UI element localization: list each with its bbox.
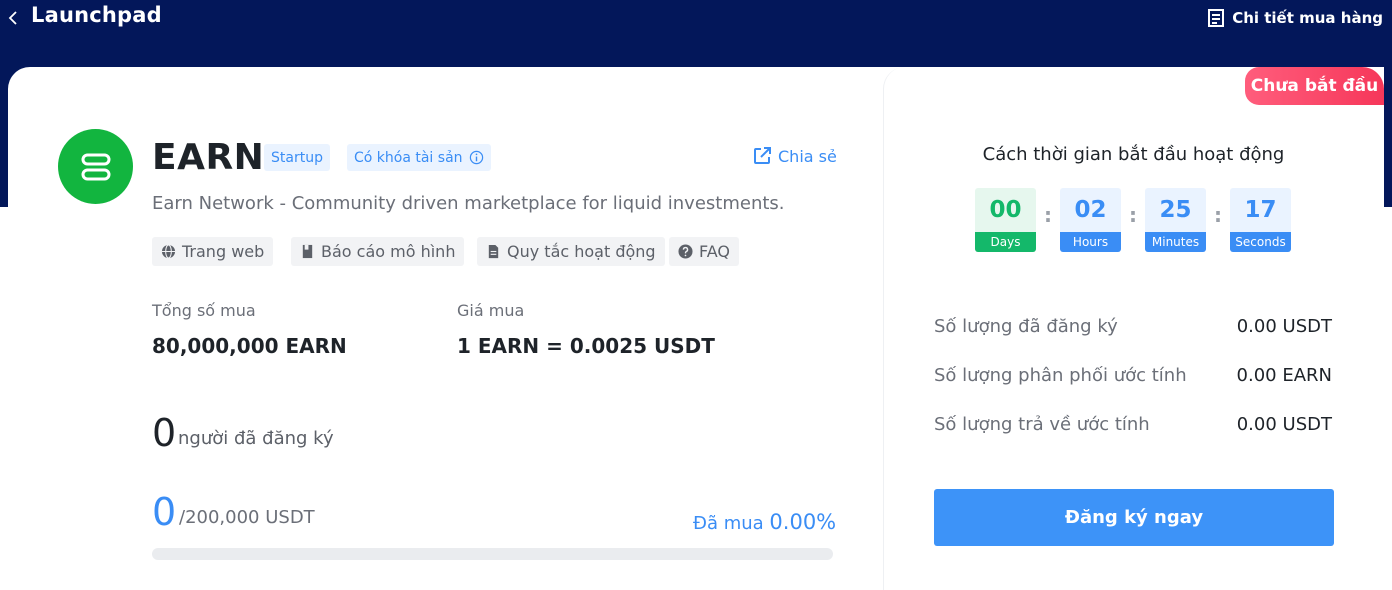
subscriber-count: 0 bbox=[152, 411, 177, 455]
rules-label: Quy tắc hoạt động bbox=[507, 242, 656, 261]
countdown-days: 00 Days bbox=[975, 188, 1036, 252]
countdown-title: Cách thời gian bắt đầu hoạt động bbox=[982, 144, 1285, 165]
tag-asset-locked[interactable]: Có khóa tài sản bbox=[347, 144, 491, 171]
subscriber-label: người đã đăng ký bbox=[178, 428, 334, 449]
total-supply-label: Tổng số mua bbox=[152, 301, 256, 320]
chevron-left-icon bbox=[8, 11, 17, 25]
token-name: EARN bbox=[152, 137, 265, 178]
file-icon bbox=[488, 244, 499, 259]
est-distribution-value: 0.00 EARN bbox=[1236, 365, 1332, 386]
bought-label: Đã mua bbox=[693, 513, 764, 534]
back-button[interactable] bbox=[6, 5, 22, 31]
bought-pct-value: 0.00% bbox=[769, 510, 837, 534]
countdown-separator: : bbox=[1214, 203, 1222, 227]
seconds-label: Seconds bbox=[1230, 232, 1291, 252]
help-icon bbox=[678, 244, 693, 259]
price-value: 1 EARN = 0.0025 USDT bbox=[457, 334, 715, 358]
website-link[interactable]: Trang web bbox=[152, 237, 274, 266]
share-label: Chia sẻ bbox=[778, 146, 837, 166]
tag-locked-label: Có khóa tài sản bbox=[354, 149, 463, 166]
website-link-label: Trang web bbox=[182, 242, 265, 261]
days-label: Days bbox=[975, 232, 1036, 252]
document-icon bbox=[1208, 9, 1225, 27]
model-report-link[interactable]: Báo cáo mô hình bbox=[291, 237, 465, 266]
status-badge: Chưa bắt đầu bbox=[1245, 67, 1384, 105]
earn-logo-icon bbox=[81, 153, 110, 180]
total-supply-value: 80,000,000 EARN bbox=[152, 334, 347, 358]
bought-percentage: Đã mua 0.00% bbox=[693, 510, 836, 534]
tag-startup-label: Startup bbox=[271, 149, 323, 166]
countdown-minutes: 25 Minutes bbox=[1145, 188, 1206, 252]
earn-logo bbox=[58, 129, 133, 204]
price-label: Giá mua bbox=[457, 301, 525, 320]
countdown-hours: 02 Hours bbox=[1060, 188, 1121, 252]
faq-link[interactable]: FAQ bbox=[669, 237, 739, 266]
minutes-value: 25 bbox=[1159, 197, 1192, 223]
project-description: Earn Network - Community driven marketpl… bbox=[152, 193, 785, 214]
page-title: Launchpad bbox=[31, 3, 162, 27]
info-icon[interactable] bbox=[469, 150, 484, 165]
share-button[interactable]: Chia sẻ bbox=[752, 146, 837, 166]
share-icon bbox=[754, 147, 771, 164]
countdown-separator: : bbox=[1044, 203, 1052, 227]
raised-target: /200,000 USDT bbox=[179, 507, 315, 528]
minutes-label: Minutes bbox=[1145, 232, 1206, 252]
order-details-link[interactable]: Chi tiết mua hàng bbox=[1206, 8, 1383, 28]
days-value: 00 bbox=[989, 197, 1022, 223]
est-refund-label: Số lượng trả về ước tính bbox=[934, 414, 1150, 435]
seconds-value: 17 bbox=[1244, 197, 1277, 223]
est-distribution-label: Số lượng phân phối ước tính bbox=[934, 365, 1187, 386]
progress-bar bbox=[152, 548, 833, 560]
model-report-label: Báo cáo mô hình bbox=[321, 242, 456, 261]
countdown-seconds: 17 Seconds bbox=[1230, 188, 1291, 252]
order-details-label: Chi tiết mua hàng bbox=[1232, 9, 1383, 27]
register-now-button[interactable]: Đăng ký ngay bbox=[934, 489, 1334, 546]
est-refund-value: 0.00 USDT bbox=[1236, 414, 1332, 435]
registered-amount-value: 0.00 USDT bbox=[1236, 316, 1332, 337]
countdown-separator: : bbox=[1129, 203, 1137, 227]
rules-link[interactable]: Quy tắc hoạt động bbox=[477, 237, 665, 266]
globe-icon bbox=[161, 244, 176, 259]
tag-startup: Startup bbox=[264, 144, 330, 171]
book-icon bbox=[302, 244, 313, 259]
registered-amount-label: Số lượng đã đăng ký bbox=[934, 316, 1118, 337]
hours-label: Hours bbox=[1060, 232, 1121, 252]
hours-value: 02 bbox=[1074, 197, 1107, 223]
raised-amount: 0 bbox=[152, 490, 177, 534]
faq-label: FAQ bbox=[699, 242, 730, 261]
